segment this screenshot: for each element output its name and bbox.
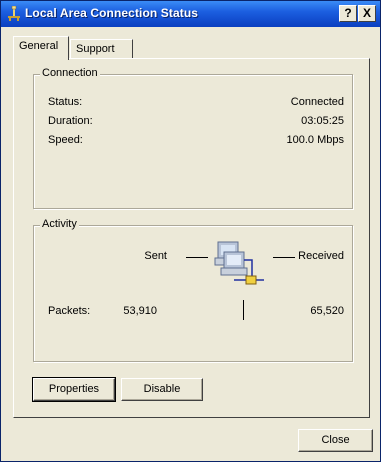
connection-legend: Connection [40,67,100,79]
network-computers-icon [214,241,264,285]
close-button[interactable]: Close [298,429,373,452]
tab-support[interactable]: Support [70,39,133,59]
close-window-button[interactable]: X [358,5,376,22]
disable-button[interactable]: Disable [121,378,203,401]
title-bar[interactable]: Local Area Connection Status ? X [1,1,380,27]
status-window: Local Area Connection Status ? X General… [0,0,381,462]
network-connection-icon [8,6,20,21]
packets-received-value: 65,520 [310,305,344,317]
connection-group: Connection Status: Connected Duration: 0… [33,67,353,209]
speed-value: 100.0 Mbps [286,134,344,146]
general-tab-panel: Connection Status: Connected Duration: 0… [13,58,370,418]
received-label: Received [298,250,344,262]
properties-button[interactable]: Properties [32,377,116,402]
sent-dash [186,257,208,258]
duration-value: 03:05:25 [301,115,344,127]
received-dash [273,257,295,258]
tab-general[interactable]: General [13,36,69,60]
activity-legend: Activity [40,218,79,230]
packets-label: Packets: [48,305,91,317]
activity-group: Activity Sent Received Packets: 53,910 6… [33,218,353,362]
packets-sent-value: 53,910 [123,305,157,317]
window-title: Local Area Connection Status [25,6,199,20]
packets-separator [243,300,244,320]
status-label: Status: [48,96,83,108]
status-value: Connected [290,96,344,108]
sent-label: Sent [144,250,167,262]
speed-label: Speed: [48,134,83,146]
duration-label: Duration: [48,115,93,127]
help-button[interactable]: ? [339,5,357,22]
